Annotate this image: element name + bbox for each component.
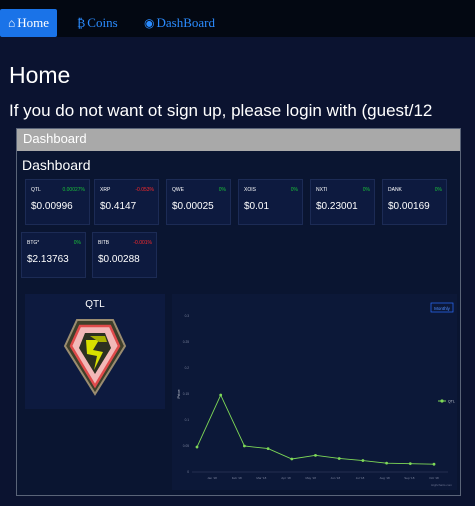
data-point[interactable] [408,462,412,466]
nav-home-label: Home [17,15,49,30]
coin-name: NXTI [316,187,328,193]
coin-price: $0.23001 [316,201,358,212]
home-icon: ⌂ [8,15,16,30]
coin-name: XOIS [244,187,256,193]
coin-card-qwe[interactable]: QWE 0% $0.00025 [166,179,231,225]
coin-name: XRP [100,187,111,193]
coin-price: $0.00996 [31,201,73,212]
data-point[interactable] [314,453,317,457]
coin-card-qtl[interactable]: QTL 0.00027% $0.00996 [25,179,90,225]
coin-change: 0% [218,187,226,193]
x-tick-label: Feb '18 [232,476,242,480]
coin-price: $0.00288 [98,254,140,265]
x-tick-label: Jan '18 [207,476,217,480]
data-point[interactable] [219,393,223,397]
coin-card-bitb[interactable]: BITB -0.001% $0.00288 [92,232,157,278]
bitcoin-icon: ₿ [77,15,86,30]
coin-price: $0.01 [244,201,270,212]
x-tick-label: Aug '18 [380,476,390,480]
coin-change: 0% [73,240,81,246]
dashboard-icon: ◉ [144,15,155,30]
qtl-shield-icon [63,319,127,396]
coin-name: QTL [31,187,41,193]
qtl-logo-card: QTL [25,294,165,409]
y-tick-label: 0.05 [183,444,189,448]
y-tick-label: 0 [187,470,189,474]
coin-card-xois[interactable]: XOIS 0% $0.01 [238,179,303,225]
legend[interactable]: QTL [438,399,455,404]
qtl-card-title: QTL [85,299,105,310]
chart-credit: Highcharts.com [431,483,452,487]
monthly-button-label: Monthly [434,306,451,311]
legend-label: QTL [448,400,455,404]
coin-card-btg[interactable]: BTG* 0% $2.13763 [21,232,86,278]
data-point[interactable] [432,462,436,466]
coin-change: 0% [362,187,370,193]
x-tick-label: Sep '18 [404,476,414,480]
x-tick-label: Jul '18 [356,476,365,480]
page-title: Home [9,62,71,88]
data-point[interactable] [195,445,199,449]
data-point[interactable] [266,447,270,450]
login-message: If you do not want ot sign up, please lo… [9,101,433,120]
y-tick-label: 0.1 [185,418,190,422]
x-tick-label: Jun '18 [331,476,341,480]
coin-name: BITB [98,240,110,246]
nav-dashboard-label: DashBoard [156,15,215,30]
coin-card-dank[interactable]: DANK 0% $0.00169 [382,179,447,225]
coin-price: $2.13763 [27,254,69,265]
coin-name: DANK [388,187,402,193]
data-point[interactable] [361,459,365,462]
data-point[interactable] [385,461,388,465]
coin-card-xrp[interactable]: XRP -0.053% $0.4147 [94,179,159,225]
data-point[interactable] [243,444,246,448]
coin-price: $0.4147 [100,201,137,212]
coin-name: BTG* [27,240,40,246]
nav-coins[interactable]: ₿ Coins [77,9,118,37]
nav-coins-label: Coins [87,15,118,30]
y-tick-label: 0.15 [183,392,189,396]
coin-change: -0.001% [133,240,152,246]
x-tick-label: May '18 [305,476,316,480]
coin-change: 0% [290,187,298,193]
coin-card-nxti[interactable]: NXTI 0% $0.23001 [310,179,375,225]
nav-home[interactable]: ⌂ Home [0,9,57,37]
nav-dashboard[interactable]: ◉ DashBoard [144,9,215,37]
y-tick-label: 0.25 [183,340,189,344]
coin-change: -0.053% [135,187,154,193]
x-tick-label: Apr '18 [281,476,291,480]
coin-price: $0.00025 [172,201,214,212]
legend-marker [440,399,444,403]
y-tick-label: 0.3 [185,314,190,318]
dashboard-panel: Dashboard Dashboard QTL 0.00027% $0.0099… [16,128,461,496]
data-point[interactable] [290,457,294,461]
panel-heading: Dashboard [17,129,460,151]
coin-change: 0.00027% [62,187,85,193]
data-point[interactable] [337,457,341,460]
price-chart: Monthly 0 0.05 0.1 0.15 0.2 0.25 0.3 Jan '18 Fe… [172,294,457,490]
price-chart-svg: Monthly 0 0.05 0.1 0.15 0.2 0.25 0.3 Jan '18 Fe… [176,302,455,487]
x-tick-label: Oct '18 [429,476,439,480]
x-tick-label: Mar '18 [256,476,266,480]
panel-subheading: Dashboard [22,157,91,173]
top-navbar: ⌂ Home ₿ Coins ◉ DashBoard [0,0,475,37]
series-line [196,393,435,465]
y-axis-label: Price [176,389,181,399]
y-tick-label: 0.2 [185,366,190,370]
coin-change: 0% [434,187,442,193]
coin-price: $0.00169 [388,201,430,212]
coin-name: QWE [172,187,184,193]
